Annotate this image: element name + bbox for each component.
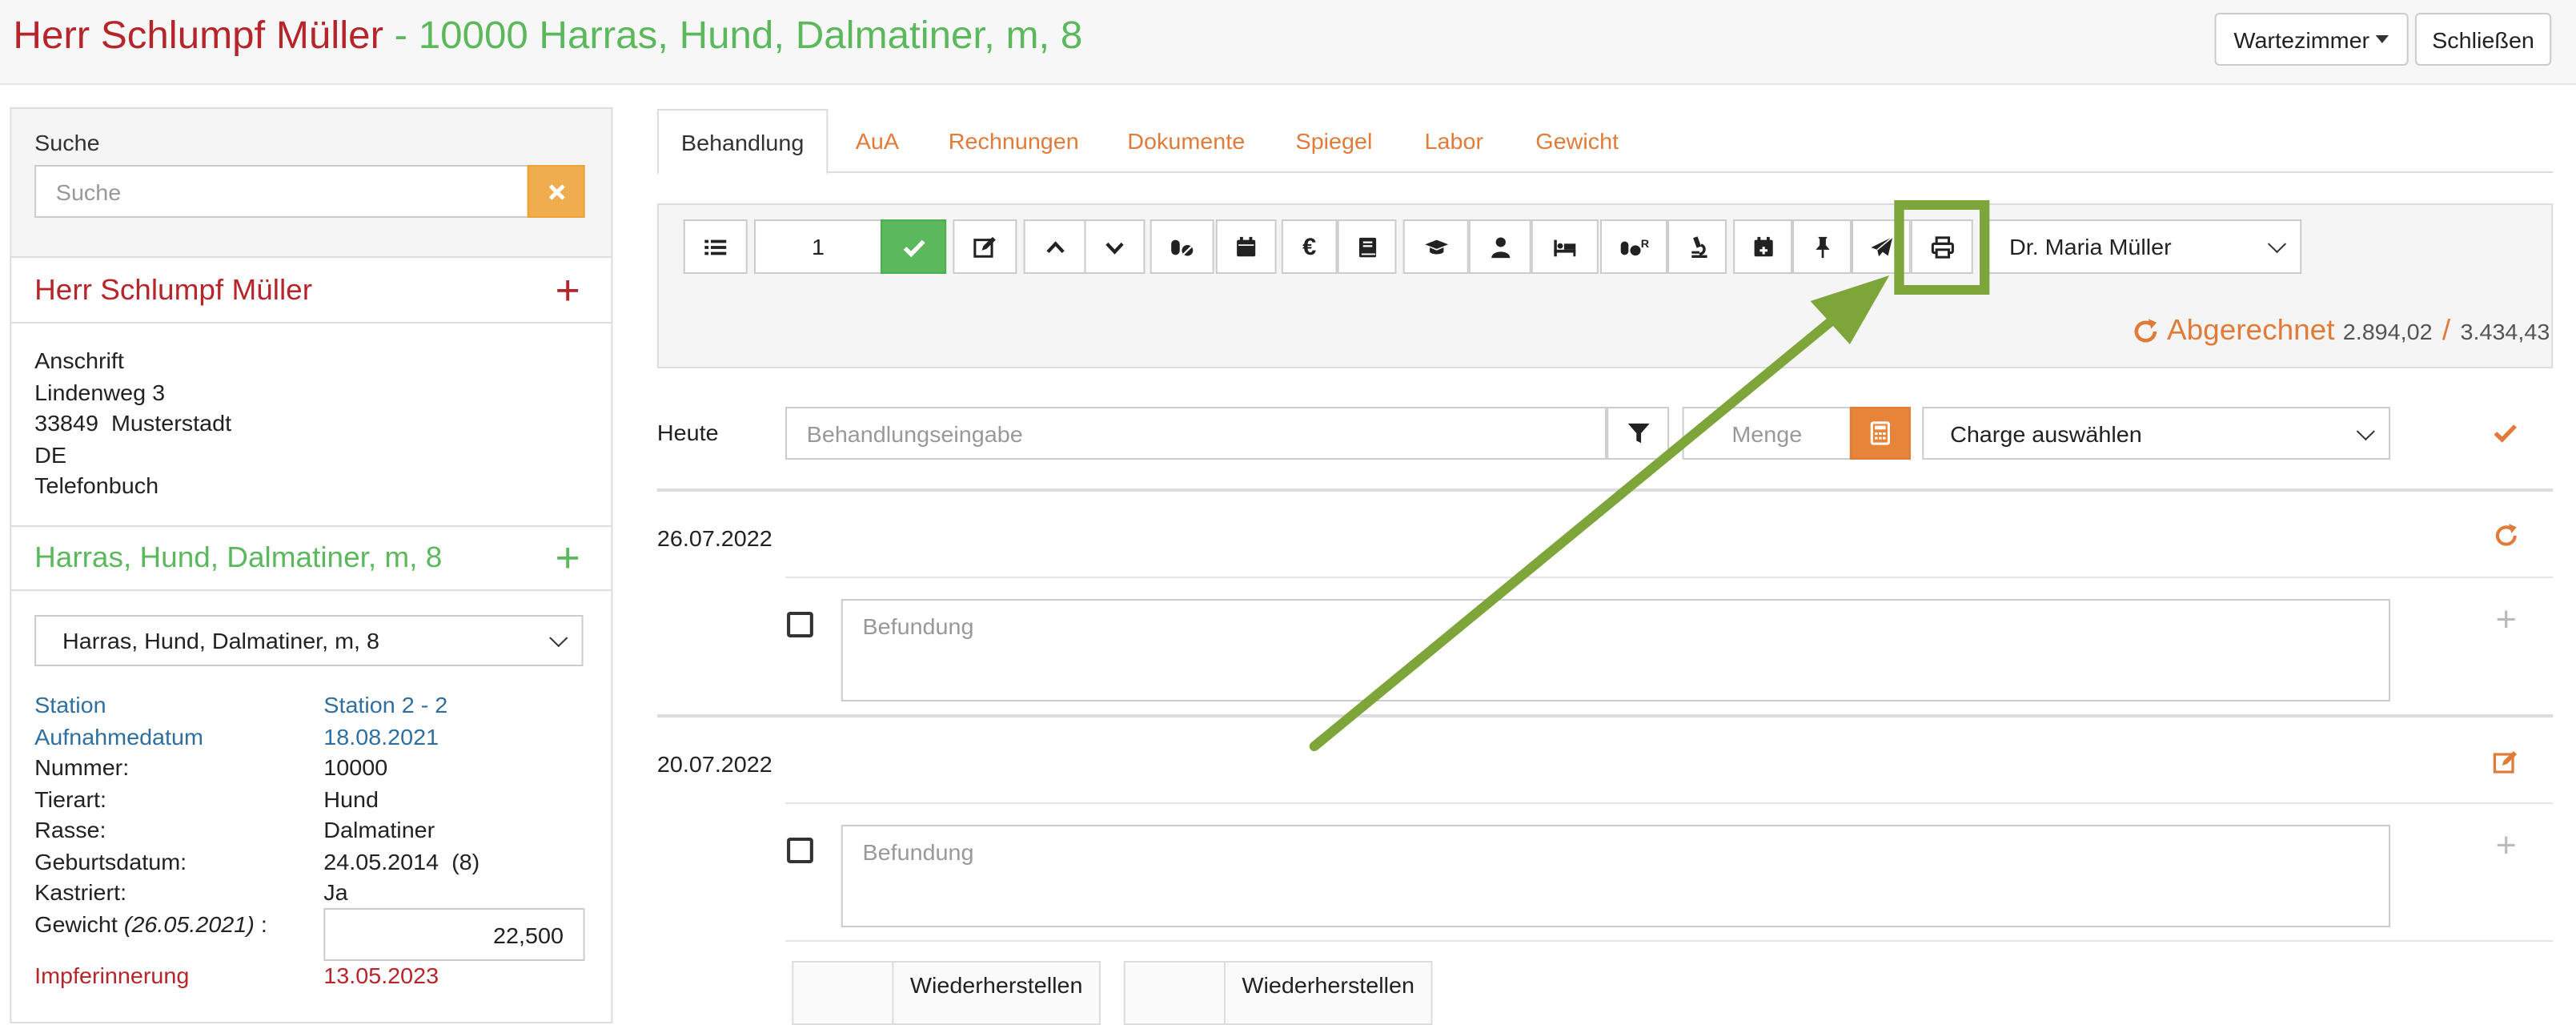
annotation-arrow — [1309, 275, 1890, 751]
